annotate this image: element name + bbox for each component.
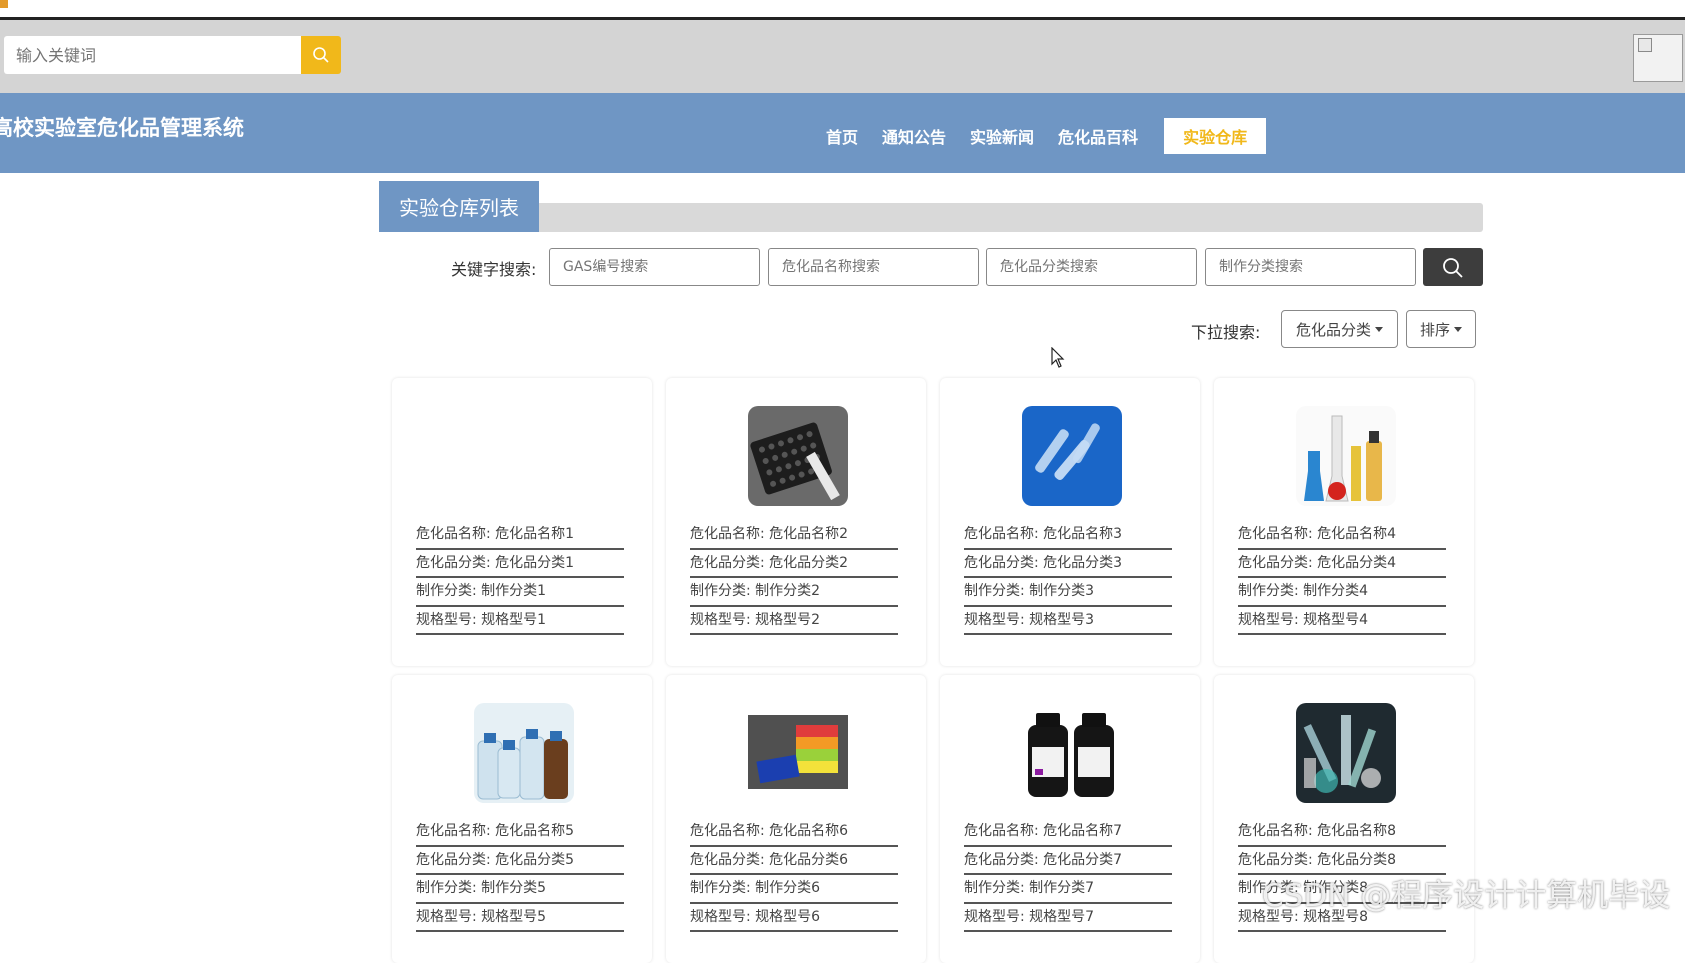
product-image bbox=[748, 703, 848, 803]
product-card[interactable]: 危化品名称: 危化品名称3 危化品分类: 危化品分类3 制作分类: 制作分类3 … bbox=[940, 378, 1200, 666]
product-info: 危化品名称: 危化品名称4 危化品分类: 危化品分类4 制作分类: 制作分类4 … bbox=[1238, 521, 1446, 635]
product-make-category: 制作分类: 制作分类4 bbox=[1238, 578, 1446, 607]
product-spec: 规格型号: 规格型号6 bbox=[690, 904, 898, 932]
watermark: CSDN @程序设计计算机毕设 bbox=[1262, 878, 1671, 914]
chevron-down-icon bbox=[1454, 326, 1462, 332]
product-spec: 规格型号: 规格型号7 bbox=[964, 904, 1172, 932]
product-card[interactable]: 危化品名称: 危化品名称4 危化品分类: 危化品分类4 制作分类: 制作分类4 … bbox=[1214, 378, 1474, 666]
dropdown-filter-row: 下拉搜索: 危化品分类 排序 bbox=[1180, 310, 1480, 348]
product-name: 危化品名称: 危化品名称3 bbox=[964, 521, 1172, 550]
sort-dropdown-label: 排序 bbox=[1419, 320, 1450, 339]
product-make-category: 制作分类: 制作分类7 bbox=[964, 875, 1172, 904]
product-category: 危化品分类: 危化品分类7 bbox=[964, 847, 1172, 875]
keyword-search-input[interactable] bbox=[4, 36, 301, 74]
product-name: 危化品名称: 危化品名称2 bbox=[690, 521, 898, 550]
product-card[interactable]: 危化品名称: 危化品名称2 危化品分类: 危化品分类2 制作分类: 制作分类2 … bbox=[666, 378, 926, 666]
product-name: 危化品名称: 危化品名称8 bbox=[1238, 818, 1446, 847]
product-image bbox=[1296, 703, 1396, 803]
chevron-down-icon bbox=[1375, 326, 1383, 332]
section-header-track bbox=[379, 203, 1483, 232]
search-icon bbox=[1443, 258, 1463, 278]
gas-number-search-input[interactable] bbox=[549, 248, 760, 286]
nav-menu: 首页 通知公告 实验新闻 危化品百科 实验仓库 bbox=[826, 118, 1267, 154]
search-button[interactable] bbox=[301, 36, 341, 74]
product-make-category: 制作分类: 制作分类5 bbox=[416, 875, 624, 904]
category-dropdown[interactable]: 危化品分类 bbox=[1281, 310, 1398, 348]
product-image-placeholder bbox=[474, 406, 574, 506]
nav-lab-news[interactable]: 实验新闻 bbox=[970, 124, 1034, 148]
product-name: 危化品名称: 危化品名称1 bbox=[416, 521, 624, 550]
chemical-name-search-input[interactable] bbox=[768, 248, 979, 286]
product-info: 危化品名称: 危化品名称1 危化品分类: 危化品分类1 制作分类: 制作分类1 … bbox=[416, 521, 624, 635]
product-info: 危化品名称: 危化品名称2 危化品分类: 危化品分类2 制作分类: 制作分类2 … bbox=[690, 521, 898, 635]
chemical-category-search-input[interactable] bbox=[986, 248, 1197, 286]
nav-chemical-wiki[interactable]: 危化品百科 bbox=[1058, 124, 1138, 148]
product-category: 危化品分类: 危化品分类5 bbox=[416, 847, 624, 875]
site-title: 高校实验室危化品管理系统 bbox=[0, 116, 244, 140]
broken-image-icon[interactable] bbox=[1633, 34, 1683, 82]
top-search-bar bbox=[0, 20, 1685, 93]
product-card[interactable]: 危化品名称: 危化品名称1 危化品分类: 危化品分类1 制作分类: 制作分类1 … bbox=[392, 378, 652, 666]
nav-notices[interactable]: 通知公告 bbox=[882, 124, 946, 148]
nav-home[interactable]: 首页 bbox=[826, 124, 858, 148]
product-spec: 规格型号: 规格型号4 bbox=[1238, 607, 1446, 635]
product-make-category: 制作分类: 制作分类2 bbox=[690, 578, 898, 607]
product-image bbox=[474, 703, 574, 803]
product-spec: 规格型号: 规格型号2 bbox=[690, 607, 898, 635]
product-spec: 规格型号: 规格型号5 bbox=[416, 904, 624, 932]
product-name: 危化品名称: 危化品名称7 bbox=[964, 818, 1172, 847]
product-info: 危化品名称: 危化品名称7 危化品分类: 危化品分类7 制作分类: 制作分类7 … bbox=[964, 818, 1172, 932]
main-navbar: 高校实验室危化品管理系统 首页 通知公告 实验新闻 危化品百科 实验仓库 bbox=[0, 93, 1685, 173]
keyword-filter-row: 关键字搜索: bbox=[379, 247, 1483, 287]
search-icon bbox=[313, 47, 329, 63]
product-image bbox=[1022, 406, 1122, 506]
category-dropdown-label: 危化品分类 bbox=[1295, 320, 1371, 339]
product-category: 危化品分类: 危化品分类3 bbox=[964, 550, 1172, 578]
section-header: 实验仓库列表 bbox=[379, 181, 1483, 232]
product-image bbox=[1022, 703, 1122, 803]
product-grid: 危化品名称: 危化品名称1 危化品分类: 危化品分类1 制作分类: 制作分类1 … bbox=[392, 378, 1474, 963]
filter-search-button[interactable] bbox=[1423, 248, 1483, 286]
keyword-filter-label: 关键字搜索: bbox=[451, 260, 537, 279]
product-category: 危化品分类: 危化品分类2 bbox=[690, 550, 898, 578]
dropdown-filter-label: 下拉搜索: bbox=[1191, 323, 1261, 342]
product-spec: 规格型号: 规格型号1 bbox=[416, 607, 624, 635]
product-name: 危化品名称: 危化品名称4 bbox=[1238, 521, 1446, 550]
favicon-icon bbox=[0, 0, 8, 8]
product-name: 危化品名称: 危化品名称5 bbox=[416, 818, 624, 847]
product-category: 危化品分类: 危化品分类4 bbox=[1238, 550, 1446, 578]
product-spec: 规格型号: 规格型号3 bbox=[964, 607, 1172, 635]
product-category: 危化品分类: 危化品分类6 bbox=[690, 847, 898, 875]
make-category-search-input[interactable] bbox=[1205, 248, 1416, 286]
mouse-cursor-icon bbox=[1051, 347, 1065, 368]
product-info: 危化品名称: 危化品名称6 危化品分类: 危化品分类6 制作分类: 制作分类6 … bbox=[690, 818, 898, 932]
product-info: 危化品名称: 危化品名称5 危化品分类: 危化品分类5 制作分类: 制作分类5 … bbox=[416, 818, 624, 932]
section-title: 实验仓库列表 bbox=[379, 181, 539, 232]
product-name: 危化品名称: 危化品名称6 bbox=[690, 818, 898, 847]
product-make-category: 制作分类: 制作分类6 bbox=[690, 875, 898, 904]
nav-lab-warehouse[interactable]: 实验仓库 bbox=[1164, 118, 1267, 154]
product-make-category: 制作分类: 制作分类3 bbox=[964, 578, 1172, 607]
sort-dropdown[interactable]: 排序 bbox=[1406, 310, 1476, 348]
product-info: 危化品名称: 危化品名称3 危化品分类: 危化品分类3 制作分类: 制作分类3 … bbox=[964, 521, 1172, 635]
product-image bbox=[748, 406, 848, 506]
product-category: 危化品分类: 危化品分类1 bbox=[416, 550, 624, 578]
product-make-category: 制作分类: 制作分类1 bbox=[416, 578, 624, 607]
product-image bbox=[1296, 406, 1396, 506]
browser-top-strip bbox=[0, 0, 1685, 20]
